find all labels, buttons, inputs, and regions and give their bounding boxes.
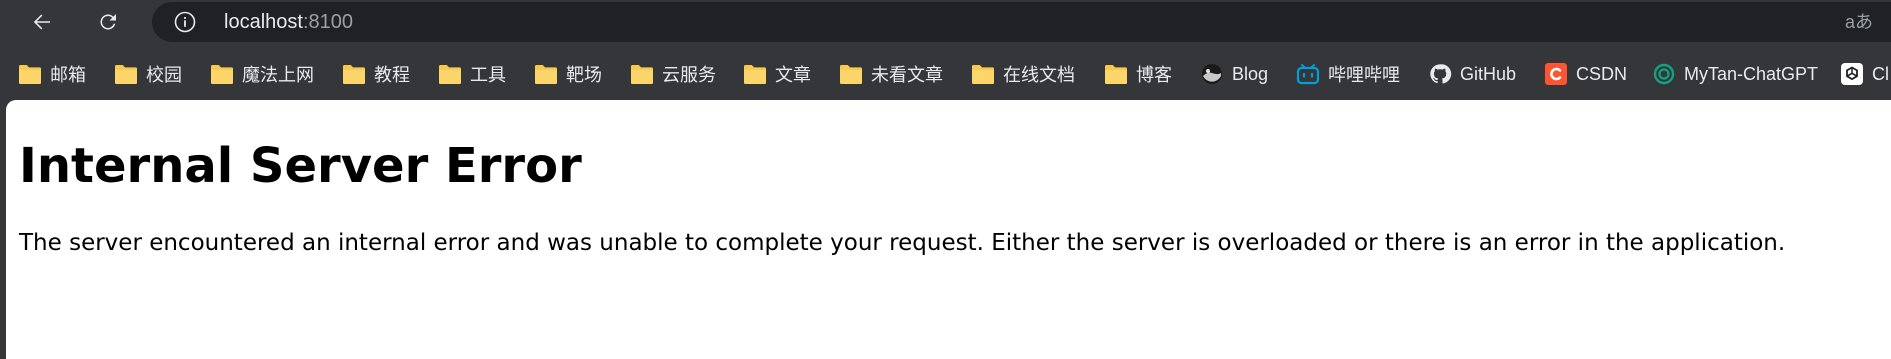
url-port: :8100 <box>302 11 353 33</box>
browser-toolbar: localhost:8100 aあ <box>0 0 1891 43</box>
bookmark-label: 靶场 <box>566 65 602 85</box>
bookmark-unread-folder[interactable]: 未看文章 <box>839 54 943 94</box>
bookmark-label: CSDN <box>1576 63 1628 84</box>
bookmark-label: MyTan-ChatGPT <box>1684 63 1819 84</box>
page-title: Internal Server Error <box>19 138 582 194</box>
folder-icon <box>1104 63 1128 85</box>
bookmark-cloud-folder[interactable]: 云服务 <box>630 54 716 94</box>
error-message: The server encountered an internal error… <box>19 230 1786 256</box>
bookmark-tutorial-folder[interactable]: 教程 <box>342 54 410 94</box>
info-icon[interactable] <box>174 11 196 33</box>
chatgpt-icon <box>1652 63 1676 85</box>
bookmark-label: 工具 <box>470 65 506 85</box>
bookmark-mytan-chatgpt[interactable]: MyTan-ChatGPT <box>1652 54 1818 94</box>
bookmark-tools-folder[interactable]: 工具 <box>438 54 506 94</box>
bookmark-bilibili[interactable]: 哔哩哔哩 <box>1296 54 1400 94</box>
bookmark-openai[interactable]: Cl <box>1840 54 1889 94</box>
folder-icon <box>342 63 366 85</box>
bookmark-mail-folder[interactable]: 邮箱 <box>18 54 86 94</box>
csdn-icon <box>1544 63 1568 85</box>
bookmark-label: 魔法上网 <box>242 65 314 85</box>
bilibili-icon <box>1296 63 1320 85</box>
bookmark-label: 未看文章 <box>871 65 943 85</box>
bookmarks-bar: 邮箱 校园 魔法上网 教程 工具 靶场 云服务 文章 未看文章 在线文档 博客 … <box>0 54 1891 94</box>
reload-button[interactable] <box>90 4 126 40</box>
back-button[interactable] <box>24 4 60 40</box>
address-bar[interactable]: localhost:8100 aあ <box>152 2 1891 42</box>
bookmark-proxy-folder[interactable]: 魔法上网 <box>210 54 314 94</box>
folder-icon <box>839 63 863 85</box>
folder-icon <box>971 63 995 85</box>
browser-window: localhost:8100 aあ 邮箱 校园 魔法上网 教程 工具 靶场 云服… <box>0 0 1891 359</box>
folder-icon <box>18 63 42 85</box>
bookmark-github[interactable]: GitHub <box>1428 54 1516 94</box>
arrow-left-icon <box>33 14 50 30</box>
bookmark-label: 哔哩哔哩 <box>1328 65 1400 85</box>
translate-icon[interactable]: aあ <box>1845 11 1873 33</box>
folder-icon <box>438 63 462 85</box>
bookmark-articles-folder[interactable]: 文章 <box>743 54 811 94</box>
bookmark-blog-folder[interactable]: 博客 <box>1104 54 1172 94</box>
bookmark-label: 教程 <box>374 65 410 85</box>
reload-icon <box>100 14 116 30</box>
bookmark-range-folder[interactable]: 靶场 <box>534 54 602 94</box>
page-content: Internal Server Error The server encount… <box>6 100 1891 359</box>
bookmark-label: Blog <box>1232 63 1269 84</box>
bookmark-label: 在线文档 <box>1003 65 1075 85</box>
folder-icon <box>630 63 654 85</box>
bookmark-label: 邮箱 <box>50 65 86 85</box>
folder-icon <box>743 63 767 85</box>
bookmark-label: 博客 <box>1136 65 1172 85</box>
folder-icon <box>534 63 558 85</box>
url-host: localhost <box>224 11 303 33</box>
openai-icon <box>1840 63 1864 85</box>
folder-icon <box>210 63 234 85</box>
bookmark-docs-folder[interactable]: 在线文档 <box>971 54 1075 94</box>
bookmark-blog[interactable]: Blog <box>1200 54 1268 94</box>
bookmark-campus-folder[interactable]: 校园 <box>114 54 182 94</box>
bookmark-label: 校园 <box>146 65 182 85</box>
bookmark-label: 云服务 <box>662 65 716 85</box>
github-icon <box>1428 63 1452 85</box>
bookmark-label: GitHub <box>1460 63 1517 84</box>
bookmark-label: 文章 <box>775 65 811 85</box>
blog-avatar-icon <box>1200 63 1224 85</box>
url-text[interactable]: localhost:8100 <box>224 11 353 33</box>
folder-icon <box>114 63 138 85</box>
bookmark-label: Cl <box>1872 63 1889 84</box>
bookmark-csdn[interactable]: CSDN <box>1544 54 1627 94</box>
